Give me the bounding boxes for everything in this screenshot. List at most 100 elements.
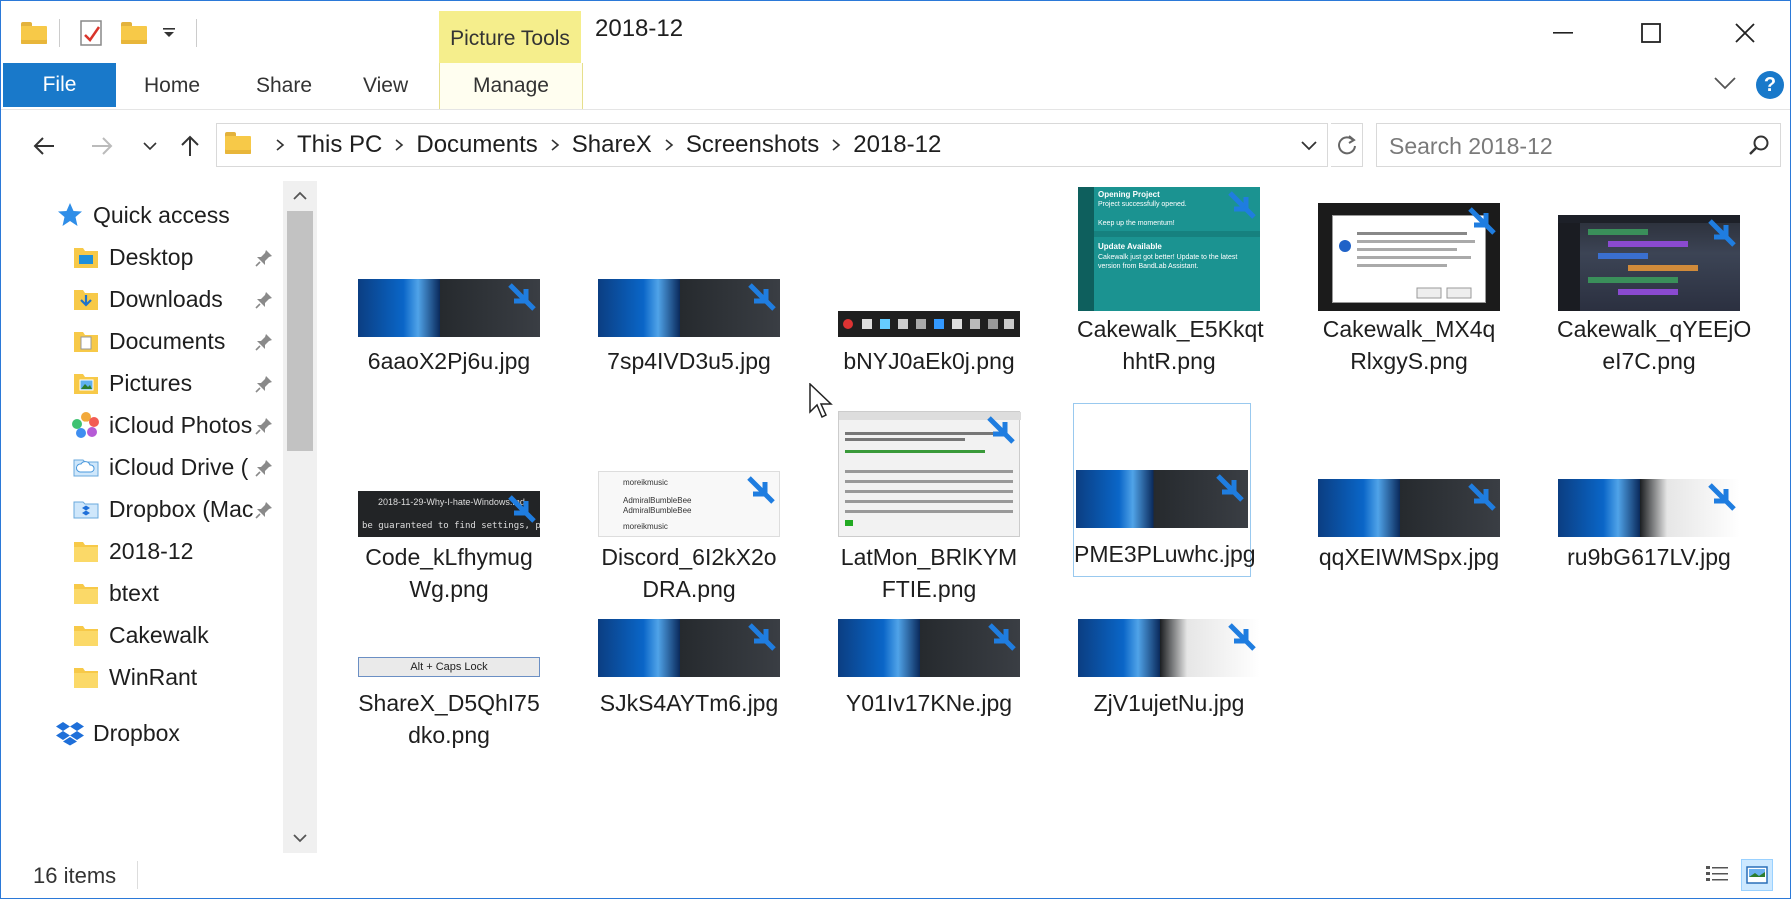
tab-home[interactable]: Home	[144, 74, 200, 98]
file-name: ShareX_D5QhI75	[358, 690, 540, 716]
expand-ribbon-icon[interactable]	[1713, 75, 1737, 96]
recent-locations-button[interactable]	[133, 129, 167, 163]
navigation-pane: Quick access Desktop Downloads Documents…	[1, 181, 317, 853]
file-item[interactable]: moreikmusic AdmiralBumbleBee AdmiralBumb…	[597, 407, 781, 602]
file-item[interactable]: LatMon_BRlKYM FTIE.png	[837, 407, 1021, 602]
breadcrumb-this-pc[interactable]: This PC	[297, 131, 382, 159]
sidebar-item-winrant[interactable]: WinRant	[69, 655, 197, 699]
minimize-icon	[1553, 32, 1573, 34]
properties-icon[interactable]	[79, 15, 105, 51]
pin-icon[interactable]	[253, 499, 275, 521]
file-name: PME3PLuwhc.jpg	[1074, 541, 1256, 567]
file-item[interactable]: 6aaoX2Pj6u.jpg	[357, 187, 541, 387]
compressed-overlay-icon	[1708, 219, 1736, 247]
pin-icon[interactable]	[253, 415, 275, 437]
file-item[interactable]: 2018-11-29-Why-I-hate-Windows.md be guar…	[357, 407, 541, 602]
pin-icon[interactable]	[253, 289, 275, 311]
new-folder-icon[interactable]	[121, 15, 147, 51]
file-name: 6aaoX2Pj6u.jpg	[367, 348, 531, 374]
pin-icon[interactable]	[253, 457, 275, 479]
breadcrumb-documents[interactable]: Documents	[416, 131, 537, 159]
folder-icon	[225, 132, 251, 154]
pin-icon[interactable]	[253, 247, 275, 269]
sidebar-item-btext[interactable]: btext	[69, 571, 159, 615]
scrollbar-thumb[interactable]	[287, 211, 313, 451]
large-icons-view-button[interactable]	[1741, 859, 1773, 891]
sidebar-item-dropbox[interactable]: Dropbox	[53, 711, 180, 755]
file-name: LatMon_BRlKYM	[840, 544, 1018, 570]
file-name: ru9bG617LV.jpg	[1567, 544, 1731, 570]
details-view-button[interactable]	[1701, 859, 1733, 891]
sidebar-item-documents[interactable]: Documents	[69, 319, 281, 363]
file-name: Code_kLfhymug	[365, 544, 533, 570]
tab-manage[interactable]: Manage	[439, 63, 583, 109]
tab-file[interactable]: File	[3, 63, 116, 107]
scroll-up-icon[interactable]	[283, 181, 317, 211]
minimize-button[interactable]	[1533, 13, 1593, 53]
sidebar-item-desktop[interactable]: Desktop	[69, 235, 281, 279]
tab-view[interactable]: View	[363, 74, 408, 98]
refresh-button[interactable]	[1331, 123, 1363, 167]
file-item[interactable]: 7sp4IVD3u5.jpg	[597, 187, 781, 387]
file-item[interactable]: ru9bG617LV.jpg	[1557, 407, 1741, 597]
pin-icon[interactable]	[253, 331, 275, 353]
file-name: Y01Iv17KNe.jpg	[845, 690, 1013, 716]
search-input[interactable]	[1387, 130, 1731, 162]
sidebar-item-icloud-drive[interactable]: iCloud Drive (	[69, 445, 253, 489]
file-name: hhtR.png	[1122, 348, 1216, 374]
image-thumbnail	[1318, 203, 1500, 311]
file-item[interactable]: Cakewalk_MX4q RlxgyS.png	[1317, 187, 1501, 387]
maximize-button[interactable]	[1621, 13, 1681, 53]
maximize-icon	[1641, 23, 1661, 43]
file-item[interactable]: Opening Project Project successfully ope…	[1077, 187, 1264, 387]
address-dropdown-button[interactable]	[1295, 132, 1323, 160]
help-button[interactable]: ?	[1756, 71, 1784, 99]
file-name: eI7C.png	[1602, 348, 1696, 374]
dropbox-icon	[53, 718, 87, 748]
breadcrumb-2018-12[interactable]: 2018-12	[853, 131, 941, 159]
compressed-overlay-icon	[748, 283, 776, 311]
sidebar-item-icloud-photos[interactable]: iCloud Photos	[69, 403, 253, 447]
search-box[interactable]	[1376, 123, 1781, 167]
breadcrumb-screenshots[interactable]: Screenshots	[686, 131, 819, 159]
sidebar-item-downloads[interactable]: Downloads	[69, 277, 281, 321]
address-bar[interactable]: This PC Documents ShareX Screenshots 201…	[216, 123, 1328, 167]
compressed-overlay-icon	[747, 476, 775, 504]
image-thumbnail	[598, 279, 780, 337]
sidebar-item-quick-access[interactable]: Quick access	[53, 193, 230, 237]
ribbon-tabs: File Home Share View Manage ?	[1, 63, 1790, 110]
close-button[interactable]	[1715, 13, 1775, 53]
file-item-selected[interactable]: PME3PLuwhc.jpg	[1073, 403, 1256, 577]
picture-tools-group: Picture Tools	[439, 11, 581, 63]
file-item[interactable]: ZjV1ujetNu.jpg	[1077, 613, 1261, 793]
breadcrumb: This PC Documents ShareX Screenshots 201…	[263, 124, 941, 166]
forward-button[interactable]	[85, 129, 119, 163]
sidebar-item-pictures[interactable]: Pictures	[69, 361, 281, 405]
file-name: RlxgyS.png	[1350, 348, 1468, 374]
breadcrumb-sharex[interactable]: ShareX	[572, 131, 652, 159]
image-thumbnail	[358, 279, 540, 337]
desktop-folder-icon	[69, 242, 103, 272]
compressed-overlay-icon	[1216, 474, 1244, 502]
file-name: FTIE.png	[881, 576, 977, 602]
pin-icon[interactable]	[253, 373, 275, 395]
file-item[interactable]: Y01Iv17KNe.jpg	[837, 613, 1021, 793]
file-item[interactable]: SJkS4AYTm6.jpg	[597, 613, 781, 793]
back-button[interactable]	[27, 129, 61, 163]
scroll-down-icon[interactable]	[283, 823, 317, 853]
file-item[interactable]: Alt + Caps Lock ShareX_D5QhI75 dko.png	[357, 613, 541, 793]
sidebar-item-cakewalk[interactable]: Cakewalk	[69, 613, 209, 657]
up-button[interactable]	[173, 129, 207, 163]
navigation-pane-scrollbar[interactable]	[283, 181, 317, 853]
customize-toolbar-icon[interactable]	[161, 15, 177, 51]
search-icon[interactable]	[1748, 134, 1770, 161]
sidebar-item-2018-12[interactable]: 2018-12	[69, 529, 193, 573]
chevron-down-icon	[143, 142, 157, 151]
file-item[interactable]: Cakewalk_qYEEjO eI7C.png	[1557, 187, 1751, 387]
file-item[interactable]: qqXEIWMSpx.jpg	[1317, 407, 1501, 597]
tab-share[interactable]: Share	[256, 74, 312, 98]
sidebar-item-dropbox-mac[interactable]: Dropbox (Mac	[69, 487, 253, 531]
file-name: DRA.png	[642, 576, 736, 602]
image-thumbnail: Opening Project Project successfully ope…	[1078, 187, 1260, 311]
file-item[interactable]: bNYJ0aEk0j.png	[837, 187, 1021, 387]
